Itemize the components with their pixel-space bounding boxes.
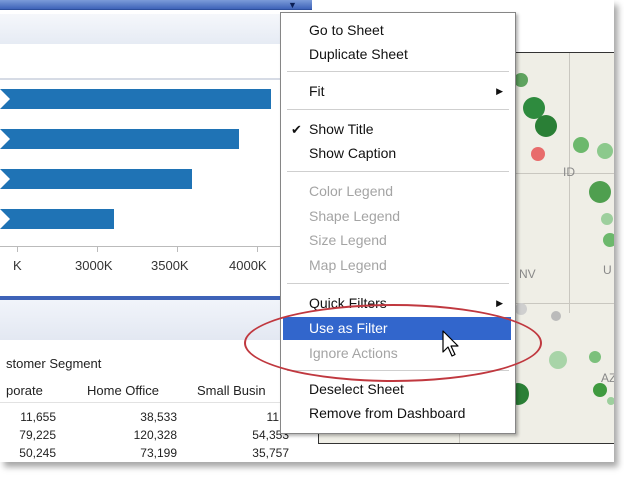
table-cell: 73,199 [140, 446, 177, 460]
bar-1[interactable] [0, 89, 271, 109]
table-cell: 50,245 [19, 446, 56, 460]
table-header-label: stomer Segment [6, 356, 102, 371]
menu-item-show-caption[interactable]: Show Caption [283, 142, 511, 165]
checkmark-icon: ✔ [291, 122, 302, 137]
map-point[interactable] [589, 351, 601, 363]
menu-separator [287, 171, 509, 172]
submenu-arrow-icon: ▶ [496, 86, 503, 96]
annotation-oval [244, 304, 542, 382]
map-point[interactable] [601, 213, 613, 225]
map-point[interactable] [607, 397, 614, 405]
table-cell: 35,757 [252, 446, 289, 460]
map-point[interactable] [551, 311, 561, 321]
column-header[interactable]: Home Office [87, 383, 159, 398]
menu-item-map-legend: Map Legend [309, 257, 387, 273]
menu-item-label: Fit [309, 83, 325, 99]
dropdown-arrow-icon[interactable]: ▼ [288, 1, 297, 10]
axis-tick [177, 246, 178, 252]
menu-separator [287, 283, 509, 284]
table-cell: 79,225 [19, 428, 56, 442]
menu-item-fit[interactable]: Fit ▶ [283, 80, 511, 103]
map-point[interactable] [593, 383, 607, 397]
table-cell: 54,353 [252, 428, 289, 442]
table-cell: 11,655 [20, 410, 56, 424]
x-tick-label: K [13, 258, 22, 273]
map-point[interactable] [514, 73, 528, 87]
sheet-title-band [0, 14, 312, 44]
bar-3-cut [0, 169, 10, 189]
map-point[interactable] [589, 181, 611, 203]
menu-item-show-title[interactable]: ✔ Show Title [283, 118, 511, 141]
map-point[interactable] [573, 137, 589, 153]
column-header[interactable]: porate [6, 383, 43, 398]
table-cell: 120,328 [133, 428, 177, 442]
bar-3[interactable] [0, 169, 192, 189]
menu-item-label: Show Title [309, 121, 374, 137]
x-tick-label: 4000K [229, 258, 267, 273]
table-cell: 11,5 [266, 410, 289, 424]
sheet-title-bar[interactable] [0, 0, 312, 10]
state-border [569, 53, 570, 313]
bar-2-cut [0, 129, 10, 149]
menu-item-remove-from-dashboard[interactable]: Remove from Dashboard [283, 402, 511, 425]
table-cell: 38,533 [140, 410, 177, 424]
bar-1-cut [0, 89, 10, 109]
menu-separator [287, 109, 509, 110]
menu-item-color-legend: Color Legend [309, 183, 394, 199]
axis-tick [17, 246, 18, 252]
axis-tick [97, 246, 98, 252]
divider [0, 402, 280, 403]
x-axis [0, 246, 280, 247]
bar-4-cut [0, 209, 10, 229]
map-point[interactable] [515, 303, 527, 315]
bar-2[interactable] [0, 129, 239, 149]
map-state-label: NV [519, 267, 536, 281]
x-tick-label: 3000K [75, 258, 113, 273]
menu-item-duplicate-sheet[interactable]: Duplicate Sheet [283, 43, 511, 66]
x-tick-label: 3500K [151, 258, 189, 273]
map-point[interactable] [535, 115, 557, 137]
map-state-label: ID [563, 165, 575, 179]
menu-item-size-legend: Size Legend [309, 232, 387, 248]
bar-4[interactable] [0, 209, 114, 229]
map-point[interactable] [549, 351, 567, 369]
mouse-pointer-icon [442, 330, 459, 357]
dashboard-screenshot: ▼ K 3000K 3500K 4000K stomer Segment por… [0, 0, 614, 462]
map-point[interactable] [531, 147, 545, 161]
menu-separator [287, 71, 509, 72]
menu-item-shape-legend: Shape Legend [309, 208, 401, 224]
map-point[interactable] [603, 233, 614, 247]
axis-tick [257, 246, 258, 252]
menu-item-go-to-sheet[interactable]: Go to Sheet [283, 19, 511, 42]
map-state-label: U [603, 263, 612, 277]
map-point[interactable] [597, 143, 613, 159]
divider [0, 78, 312, 80]
column-header[interactable]: Small Busin [197, 383, 266, 398]
submenu-arrow-icon: ▶ [496, 298, 503, 308]
